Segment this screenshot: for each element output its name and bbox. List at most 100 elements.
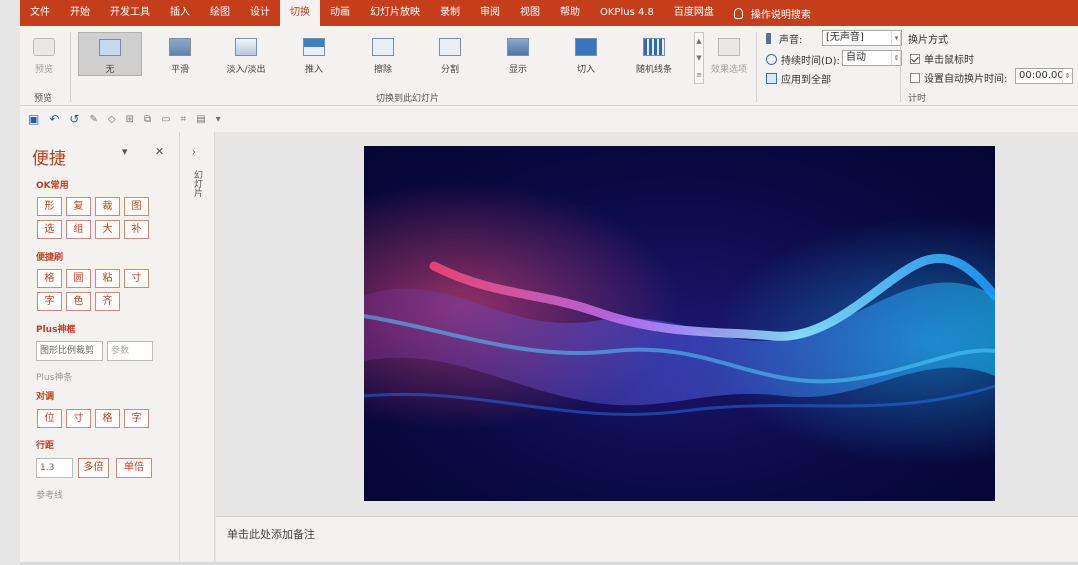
ok-image-button[interactable]: 图 — [124, 197, 149, 216]
menu-insert[interactable]: 插入 — [160, 0, 200, 26]
frame-input[interactable]: 图形比例裁剪 — [36, 341, 103, 361]
menu-file[interactable]: 文件 — [20, 0, 60, 26]
transition-reveal[interactable]: 显示 — [488, 32, 548, 82]
sound-value: [无声音] — [826, 32, 864, 43]
spacing-input[interactable]: 1.3 — [36, 458, 73, 478]
brush-color-button[interactable]: 色 — [66, 292, 91, 311]
ok-group-button[interactable]: 组 — [66, 220, 91, 239]
menu-view[interactable]: 视图 — [510, 0, 550, 26]
transitions-group-label: 切换到此幻灯片 — [376, 94, 440, 104]
menu-design[interactable]: 设计 — [240, 0, 280, 26]
shape-icon[interactable]: ◇ — [108, 114, 116, 125]
ok-size-button[interactable]: 大 — [95, 220, 120, 239]
arrange-icon[interactable]: ⧉ — [144, 114, 151, 125]
brush-format-button[interactable]: 格 — [37, 269, 62, 288]
slide-icon[interactable]: ▤ — [196, 114, 205, 125]
swap-format-button[interactable]: 格 — [95, 409, 120, 428]
menu-slideshow[interactable]: 幻灯片放映 — [360, 0, 430, 26]
reveal-icon — [507, 38, 529, 56]
push-icon — [303, 38, 325, 56]
menu-record[interactable]: 录制 — [430, 0, 470, 26]
random-bars-icon — [643, 38, 665, 56]
textbox-icon[interactable]: ▭ — [161, 114, 170, 125]
menu-bar: 文件 开始 开发工具 插入 绘图 设计 切换 动画 幻灯片放映 录制 审阅 视图… — [20, 0, 1078, 26]
transition-none[interactable]: 无 — [78, 32, 142, 76]
effect-options-button[interactable]: 效果选项 — [704, 32, 754, 82]
after-time-input[interactable]: 00:00.00 ⇕ — [1015, 68, 1073, 84]
swap-text-button[interactable]: 字 — [124, 409, 149, 428]
tell-me-label: 操作说明搜索 — [750, 9, 811, 21]
menu-transitions[interactable]: 切换 — [280, 0, 320, 26]
ok-fill-button[interactable]: 补 — [124, 220, 149, 239]
brush-round-button[interactable]: 圆 — [66, 269, 91, 288]
transition-label: 擦除 — [373, 65, 392, 75]
notes-placeholder: 单击此处添加备注 — [227, 528, 315, 541]
slide-canvas[interactable] — [364, 146, 995, 501]
timing-group-label: 计时 — [908, 94, 927, 104]
apply-all-button[interactable]: 应用到全部 — [766, 71, 831, 86]
divider — [70, 32, 71, 102]
format-painter-icon[interactable]: ✎ — [89, 114, 97, 125]
ok-shape-button[interactable]: 形 — [37, 197, 62, 216]
preview-icon — [33, 38, 55, 56]
menu-help[interactable]: 帮助 — [550, 0, 590, 26]
redo-icon[interactable]: ↺ — [69, 112, 79, 126]
preview-label: 预览 — [34, 65, 53, 75]
effect-options-icon — [718, 38, 740, 56]
duration-label: 持续时间(D): — [781, 56, 840, 67]
transition-random-bars[interactable]: 随机线条 — [624, 32, 684, 82]
menu-draw[interactable]: 绘图 — [200, 0, 240, 26]
checkbox-checked-icon — [910, 53, 920, 64]
after-time-checkbox[interactable]: 设置自动换片时间: — [910, 70, 1007, 85]
after-time-value: 00:00.00 — [1019, 70, 1064, 81]
gallery-scrollbar[interactable]: ▲ ▼ ≡ — [694, 32, 704, 84]
menu-baidu[interactable]: 百度网盘 — [664, 0, 724, 26]
transition-label: 无 — [105, 65, 115, 75]
transition-wipe[interactable]: 擦除 — [353, 32, 413, 82]
menu-developer[interactable]: 开发工具 — [100, 0, 160, 26]
on-click-label: 单击鼠标时 — [924, 55, 974, 66]
transition-cut[interactable]: 切入 — [556, 32, 616, 82]
menu-review[interactable]: 审阅 — [470, 0, 510, 26]
transition-label: 显示 — [508, 65, 527, 75]
none-icon — [99, 39, 121, 56]
save-icon[interactable]: ▣ — [28, 112, 39, 126]
crop-icon[interactable]: ⌗ — [181, 114, 187, 125]
align-icon[interactable]: ⊞ — [126, 114, 134, 125]
on-click-checkbox[interactable]: 单击鼠标时 — [910, 51, 974, 66]
morph-icon — [169, 38, 191, 56]
chevron-right-icon[interactable]: › — [192, 147, 196, 158]
spacing-multi-button[interactable]: 多倍 — [78, 458, 109, 478]
preview-button[interactable]: 预览 — [22, 32, 66, 82]
duration-input[interactable]: 自动 ⇕ — [842, 50, 902, 66]
transition-push[interactable]: 推入 — [284, 32, 344, 82]
section-brush: 便捷刷 — [36, 253, 64, 263]
notes-pane[interactable]: 单击此处添加备注 — [216, 516, 1078, 562]
frame-param-input[interactable]: 参数 — [107, 341, 153, 361]
ok-select-button[interactable]: 选 — [37, 220, 62, 239]
apply-all-label: 应用到全部 — [781, 75, 831, 86]
panel-menu-icon[interactable]: ▾ — [122, 145, 128, 158]
customize-qat-icon[interactable]: ▾ — [216, 114, 221, 125]
swap-position-button[interactable]: 位 — [37, 409, 62, 428]
close-icon[interactable]: ✕ — [155, 145, 164, 158]
spacing-single-button[interactable]: 单倍 — [116, 458, 152, 478]
brush-text-button[interactable]: 字 — [37, 292, 62, 311]
menu-home[interactable]: 开始 — [60, 0, 100, 26]
transition-split[interactable]: 分割 — [420, 32, 480, 82]
ok-crop-button[interactable]: 裁 — [95, 197, 120, 216]
brush-paste-button[interactable]: 粘 — [95, 269, 120, 288]
sound-dropdown[interactable]: [无声音] ▾ — [822, 30, 902, 46]
swap-size-button[interactable]: 寸 — [66, 409, 91, 428]
menu-animations[interactable]: 动画 — [320, 0, 360, 26]
transition-fade[interactable]: 淡入/淡出 — [216, 32, 276, 82]
menu-okplus[interactable]: OKPlus 4.8 — [590, 0, 664, 26]
split-icon — [439, 38, 461, 56]
undo-icon[interactable]: ↶ — [49, 112, 59, 126]
brush-size-button[interactable]: 寸 — [124, 269, 149, 288]
brush-align-button[interactable]: 齐 — [95, 292, 120, 311]
thumbnail-pane-collapsed[interactable]: › 幻灯片 — [180, 132, 215, 562]
ok-copy-button[interactable]: 复 — [66, 197, 91, 216]
transition-morph[interactable]: 平滑 — [150, 32, 210, 82]
tell-me-search[interactable]: 操作说明搜索 — [724, 6, 811, 21]
